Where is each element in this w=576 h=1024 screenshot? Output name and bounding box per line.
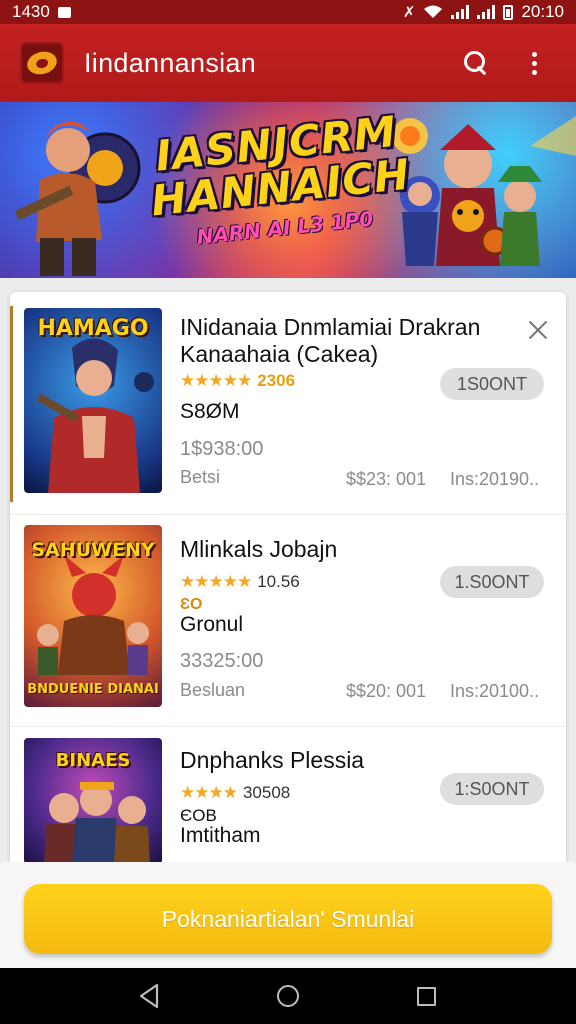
install-button[interactable]: 1S0ONT: [440, 368, 544, 400]
search-button[interactable]: [454, 41, 498, 85]
rating-stars-icon: ★★★★★: [180, 572, 252, 591]
status-bar: 1430 ✗ 20:10: [0, 0, 576, 24]
game-badge: ƐO: [180, 596, 203, 613]
battery-icon: [503, 4, 514, 20]
install-button[interactable]: 1:S0ONT: [440, 773, 544, 805]
game-title: INidanaia Dnmlamiai Drakran Kanaahaia (C…: [180, 314, 481, 367]
signal-icon: [451, 5, 470, 19]
game-rating: ★★★★★ 2306: [180, 371, 295, 391]
list-item[interactable]: BINAES Dnphanks Plessia ★★★★ 30508 1:S0O…: [10, 726, 566, 862]
game-size: S8ØM: [180, 400, 240, 423]
game-genre: Imtitham: [180, 824, 261, 847]
app-bar: Iindannansian: [0, 24, 576, 102]
notification-icon: [57, 6, 71, 18]
game-list: HAMAGO INidanaia Dnmlamiai Drakran Kanaa…: [10, 292, 566, 862]
signal-icon: [477, 5, 496, 19]
back-icon[interactable]: [129, 976, 169, 1016]
game-installs: Ins:20190..: [450, 469, 540, 489]
search-icon: [463, 50, 489, 76]
game-thumbnail-subtitle: BNDUENIE DIANAI: [27, 682, 159, 697]
game-price: $$20: 001: [346, 681, 427, 701]
app-screen: 1430 ✗ 20:10 Iindannansian IASNJCRM HANN…: [0, 0, 576, 1024]
app-logo-icon: [20, 42, 64, 84]
original-price: 33325:00: [180, 650, 264, 672]
wifi-icon: [424, 5, 443, 18]
system-nav-bar: [0, 968, 576, 1024]
original-price: 1$938:00: [180, 438, 264, 460]
game-thumbnail-title: HAMAGO: [37, 316, 149, 341]
rating-value: 2306: [257, 371, 296, 390]
list-item[interactable]: SAHUWENY BNDUENIE DIANAI Mlinkals Jobajn…: [10, 514, 566, 734]
alarm-icon: ✗: [402, 4, 416, 21]
game-rating: ★★★★ 30508: [180, 783, 290, 803]
rating-value: 10.56: [257, 572, 300, 591]
promo-banner[interactable]: IASNJCRM HANNAICH NARN AI L3 1P0: [0, 102, 576, 278]
game-thumbnail-title: SAHUWENY: [31, 539, 155, 561]
install-button[interactable]: 1.S0ONT: [440, 566, 544, 598]
game-genre: Gronul: [180, 613, 244, 636]
game-thumbnail-title: BINAES: [55, 750, 131, 771]
more-options-button[interactable]: [512, 41, 556, 85]
game-rating: ★★★★★ 10.56: [180, 572, 300, 592]
game-category: Besluan: [180, 680, 246, 700]
rating-stars-icon: ★★★★★: [180, 371, 252, 390]
game-thumbnail: BINAES: [24, 738, 162, 862]
more-vert-icon: [531, 51, 537, 75]
status-time: 1430: [12, 2, 50, 21]
home-icon[interactable]: [268, 976, 308, 1016]
game-thumbnail: SAHUWENY BNDUENIE DIANAI: [24, 525, 162, 707]
game-title: Dnphanks Plessia: [180, 747, 365, 773]
recents-icon[interactable]: [407, 976, 447, 1016]
status-clock: 20:10: [521, 2, 564, 21]
list-item[interactable]: HAMAGO INidanaia Dnmlamiai Drakran Kanaa…: [10, 292, 566, 512]
game-badge: ЄOB: [180, 806, 217, 825]
game-installs: Ins:20100..: [450, 681, 540, 701]
primary-action-button[interactable]: Poknaniartialan' Smunlai: [24, 884, 552, 954]
app-title: Iindannansian: [84, 47, 257, 78]
rating-stars-icon: ★★★★: [180, 783, 238, 802]
game-title: Mlinkals Jobajn: [180, 536, 338, 562]
game-category: Betsi: [180, 467, 221, 487]
game-price: $$23: 001: [346, 469, 427, 489]
close-icon[interactable]: [526, 318, 550, 342]
rating-value: 30508: [242, 783, 291, 802]
game-thumbnail: HAMAGO: [24, 308, 162, 493]
bottom-action-area: Poknaniartialan' Smunlai: [0, 862, 576, 968]
